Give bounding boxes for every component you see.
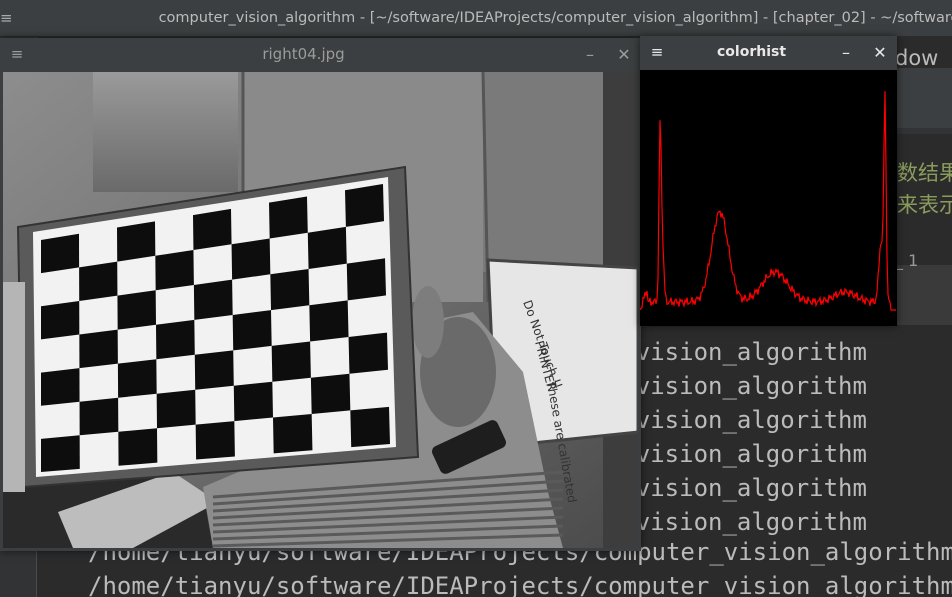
- ide-window-title: computer_vision_algorithm - [~/software/…: [158, 10, 952, 26]
- checker-square: [310, 373, 351, 414]
- image-window-header[interactable]: ≡ right04.jpg – ✕: [0, 38, 641, 70]
- checker-square: [117, 221, 156, 262]
- hamburger-icon[interactable]: ≡: [640, 43, 674, 61]
- checker-square: [232, 310, 272, 351]
- checker-square: [346, 258, 386, 301]
- checker-square: [195, 421, 235, 460]
- image-display: Do Not Touch !! PRINTER These are calibrat…: [3, 72, 638, 548]
- checker-square: [41, 368, 80, 406]
- checker-square: [156, 319, 195, 360]
- checker-square: [307, 226, 347, 269]
- checker-square: [118, 428, 158, 466]
- histogram-canvas: [639, 70, 897, 326]
- checker-square: [79, 261, 118, 301]
- checker-square: [156, 389, 196, 429]
- checker-square: [79, 397, 119, 436]
- ide-titlebar: ≡ computer_vision_algorithm - [~/softwar…: [0, 0, 952, 37]
- checker-square: [273, 413, 313, 454]
- code-comment-fragment: 数结果: [897, 161, 952, 185]
- close-icon[interactable]: ✕: [607, 45, 641, 64]
- checker-square: [231, 238, 271, 280]
- histogram-window-header[interactable]: ≡ colorhist – ✕: [640, 36, 897, 68]
- checker-square: [348, 332, 388, 374]
- histogram-plot: [639, 91, 896, 311]
- histogram-line: [639, 91, 896, 311]
- checker-square: [117, 290, 156, 330]
- checker-square: [233, 381, 273, 422]
- code-comment-fragment: 来表示: [897, 193, 952, 217]
- checker-square: [41, 300, 80, 340]
- checker-square: [41, 435, 80, 472]
- checker-square: [269, 196, 308, 239]
- checker-square: [194, 350, 234, 390]
- checker-square: [350, 406, 390, 448]
- minimize-icon[interactable]: –: [573, 45, 607, 64]
- checker-square: [271, 341, 311, 382]
- image-window[interactable]: ≡ right04.jpg – ✕ Do Not Touch !! PRINTE…: [0, 38, 641, 551]
- hamburger-icon[interactable]: ≡: [0, 45, 34, 63]
- checker-square: [270, 268, 310, 311]
- checker-square: [79, 329, 118, 369]
- checker-square: [117, 359, 157, 398]
- minimize-icon[interactable]: –: [829, 43, 863, 62]
- histogram-window-title: colorhist: [716, 44, 787, 60]
- checker-square: [193, 208, 232, 251]
- checker-square: [345, 184, 384, 227]
- close-icon[interactable]: ✕: [863, 43, 897, 62]
- code-fragment: _ 1: [895, 251, 919, 270]
- image-window-title: right04.jpg: [262, 45, 345, 63]
- checker-square: [41, 233, 80, 274]
- checker-square: [309, 300, 349, 342]
- checker-square: [155, 250, 194, 291]
- console-line: /home/tianyu/software/IDEAProjects/compu…: [88, 572, 952, 597]
- panel-fragment-text: dow: [895, 46, 939, 70]
- histogram-window[interactable]: ≡ colorhist – ✕: [639, 36, 897, 326]
- checker-square: [193, 279, 233, 320]
- checkerboard-photo: Do Not Touch !!PRINTERThese are calibrat…: [3, 72, 638, 548]
- ide-menu-icon[interactable]: ≡: [0, 9, 13, 27]
